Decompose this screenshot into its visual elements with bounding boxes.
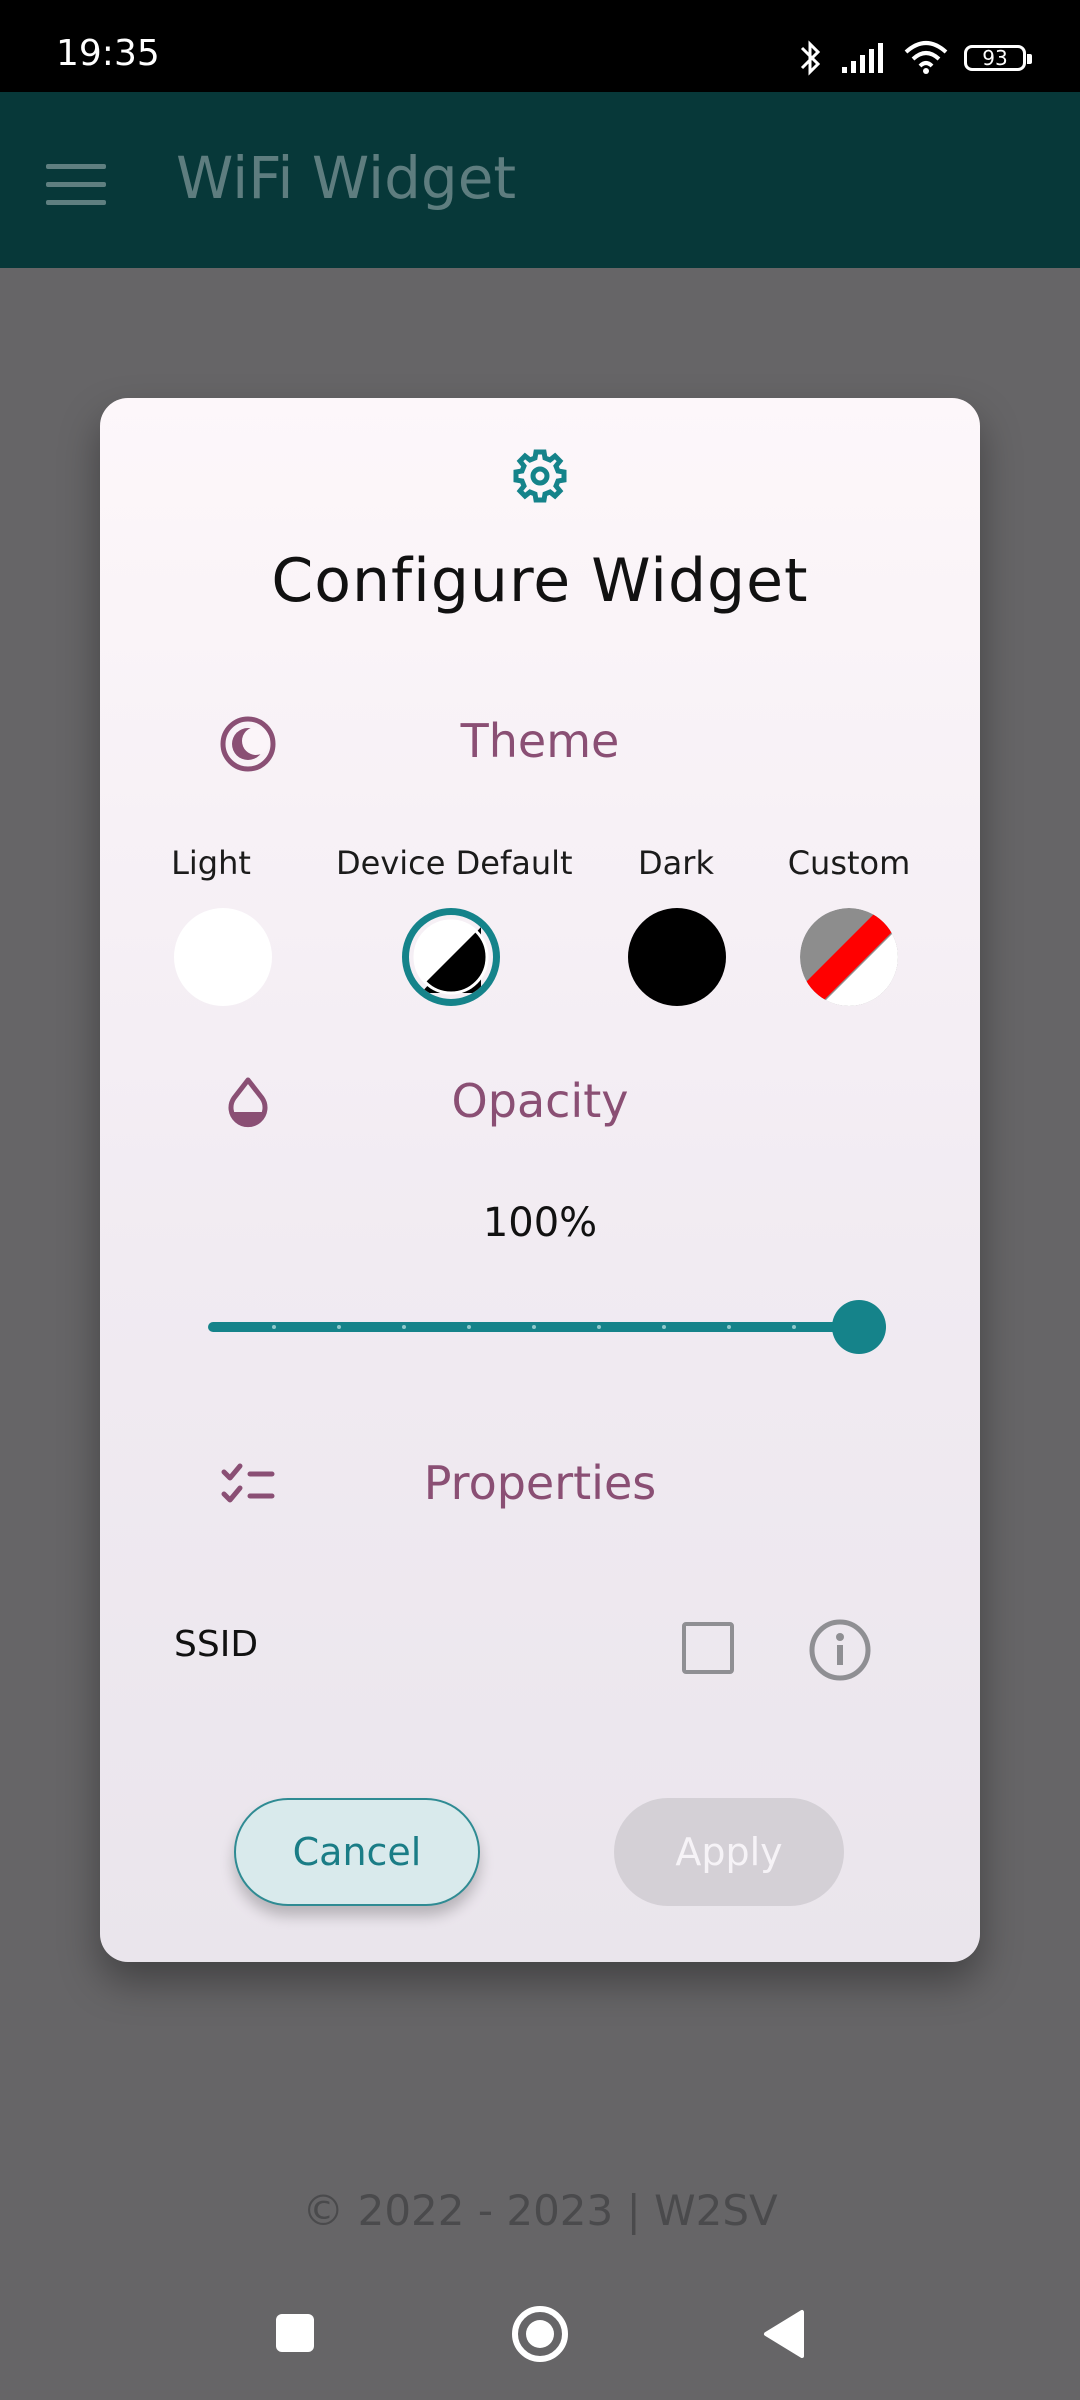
signal-icon	[842, 43, 883, 73]
slider-track	[208, 1322, 886, 1332]
opacity-slider[interactable]	[208, 1298, 886, 1358]
theme-label-dark: Dark	[638, 844, 714, 882]
bluetooth-icon	[800, 40, 821, 76]
apply-button[interactable]: Apply	[614, 1798, 844, 1906]
opacity-section-label: Opacity	[451, 1074, 629, 1128]
theme-swatch-light[interactable]	[174, 908, 272, 1006]
gear-icon	[513, 449, 567, 503]
ssid-checkbox[interactable]	[682, 1622, 734, 1674]
theme-swatch-dark[interactable]	[628, 908, 726, 1006]
theme-option-light[interactable]: Light	[146, 844, 276, 882]
theme-label-device-default: Device Default	[336, 844, 573, 882]
home-icon[interactable]	[510, 2304, 570, 2364]
theme-swatch-custom[interactable]	[800, 908, 898, 1006]
properties-section-label: Properties	[423, 1456, 657, 1510]
status-time: 19:35	[56, 33, 160, 74]
theme-option-device-default[interactable]: Device Default	[336, 844, 573, 882]
copyright-text: © 2022 - 2023 | W2SV	[302, 2186, 778, 2235]
slider-thumb[interactable]	[832, 1300, 886, 1354]
battery-level: 93	[982, 46, 1008, 70]
wifi-icon	[904, 41, 948, 74]
theme-section-label: Theme	[460, 714, 620, 768]
theme-option-dark[interactable]: Dark	[626, 844, 726, 882]
navigation-bar	[0, 2280, 1080, 2400]
theme-label-custom: Custom	[787, 844, 911, 882]
menu-icon[interactable]	[46, 164, 106, 205]
info-icon[interactable]	[808, 1618, 872, 1682]
back-icon[interactable]	[760, 2308, 808, 2360]
cancel-button[interactable]: Cancel	[234, 1798, 480, 1906]
recents-icon[interactable]	[276, 2314, 314, 2352]
dialog-title: Configure Widget	[271, 546, 809, 616]
theme-swatch-device-default[interactable]	[402, 908, 500, 1006]
theme-label-light: Light	[171, 844, 251, 882]
theme-option-custom[interactable]: Custom	[784, 844, 914, 882]
status-icons: 93	[798, 38, 1032, 78]
property-ssid-label: SSID	[174, 1624, 259, 1665]
status-bar: 19:35 93	[0, 0, 1080, 92]
app-title: WiFi Widget	[176, 144, 517, 212]
configure-widget-dialog: Configure Widget Theme Light Device Defa…	[100, 398, 980, 1962]
app-bar	[0, 92, 1080, 268]
opacity-value: 100%	[482, 1200, 598, 1246]
battery-icon: 93	[964, 45, 1032, 71]
